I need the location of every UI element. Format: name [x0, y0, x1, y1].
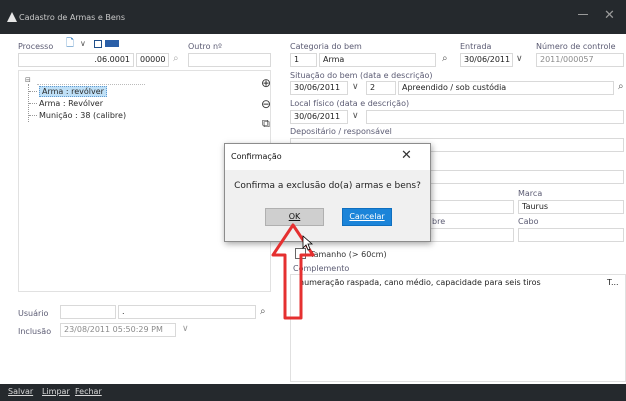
cabo-field[interactable] — [518, 228, 624, 242]
usuario-label: Usuário — [18, 309, 49, 318]
tamanho-label: Tamanho (> 60cm) — [310, 250, 387, 259]
numero-controle-label: Número de controle — [536, 42, 616, 51]
categoria-label: Categoria do bem — [290, 42, 362, 51]
bottom-toolbar: Salvar Limpar Fechar — [0, 384, 626, 401]
situacao-date-field[interactable]: 30/06/2011 — [290, 81, 348, 95]
inclusao-field: 23/08/2011 05:50:29 PM — [60, 323, 176, 337]
marca-label: Marca — [518, 189, 543, 198]
chevron-down-icon[interactable]: ∨ — [516, 53, 523, 65]
situacao-code-field[interactable]: 2 — [366, 81, 396, 95]
app-logo-icon — [7, 12, 17, 22]
save-button[interactable]: Salvar — [8, 387, 33, 396]
dialog-titlebar: Confirmação ✕ — [225, 144, 430, 170]
copy-item-icon[interactable]: ⧉ — [262, 117, 270, 131]
tree-item[interactable]: Arma : revólver — [29, 86, 107, 97]
close-icon[interactable]: ✕ — [604, 8, 615, 24]
remove-item-icon[interactable]: ⊖ — [261, 97, 271, 111]
minimize-icon[interactable] — [578, 14, 588, 15]
usuario-name-field[interactable]: . — [118, 305, 256, 319]
mouse-cursor-icon — [302, 235, 314, 251]
tree-item[interactable]: Arma : Revólver — [29, 99, 103, 108]
grid-view-icon[interactable] — [94, 40, 102, 48]
clear-button[interactable]: Limpar — [42, 387, 70, 396]
tree-collapse-icon[interactable]: ⊟ — [25, 76, 31, 84]
situacao-label: Situação do bem (data e descrição) — [290, 71, 433, 80]
calibre-label: bre — [432, 217, 446, 226]
model-field[interactable] — [430, 200, 514, 214]
categoria-code-field[interactable]: 1 — [290, 53, 317, 67]
tree-root-node[interactable] — [37, 77, 145, 85]
search-icon[interactable]: ⌕ — [260, 306, 266, 318]
complemento-textarea[interactable]: numeração raspada, cano médio, capacidad… — [290, 274, 626, 382]
calibre-field[interactable] — [430, 228, 514, 242]
search-icon[interactable]: ⌕ — [173, 53, 179, 65]
window-title: Cadastro de Armas e Bens — [19, 13, 126, 22]
processo-part2-field[interactable]: 00000 — [136, 53, 169, 67]
detail-field[interactable] — [430, 170, 624, 184]
cabo-label: Cabo — [518, 217, 539, 226]
list-view-icon[interactable] — [105, 40, 119, 47]
entrada-label: Entrada — [460, 42, 492, 51]
local-desc-field[interactable] — [366, 110, 624, 124]
inclusao-label: Inclusão — [18, 327, 52, 336]
dialog-message: Confirma a exclusão do(a) armas e bens? — [234, 181, 421, 191]
close-button[interactable]: Fechar — [75, 387, 102, 396]
chevron-down-icon[interactable]: ∨ — [352, 110, 359, 122]
cancel-button[interactable]: Cancelar — [342, 208, 392, 226]
tree-item[interactable]: Munição : 38 (calibre) — [29, 111, 126, 120]
confirmation-dialog: Confirmação ✕ Confirma a exclusão do(a) … — [224, 143, 431, 242]
entrada-field[interactable]: 30/06/2011 — [460, 53, 513, 67]
dialog-title: Confirmação — [231, 152, 282, 161]
document-icon[interactable]: 🗋 — [66, 38, 74, 50]
close-icon[interactable]: ✕ — [401, 148, 412, 164]
marca-field[interactable]: Taurus — [518, 200, 624, 214]
local-date-field[interactable]: 30/06/2011 — [290, 110, 348, 124]
local-label: Local físico (data e descrição) — [290, 99, 410, 108]
search-icon[interactable]: ⌕ — [618, 81, 624, 93]
outro-label: Outro nº — [188, 42, 222, 51]
add-item-icon[interactable]: ⊕ — [261, 76, 271, 90]
complemento-text: numeração raspada, cano médio, capacidad… — [299, 278, 541, 287]
processo-label: Processo — [18, 42, 54, 51]
situacao-desc-field[interactable]: Apreendido / sob custódia — [398, 81, 614, 95]
complemento-ellipsis: T... — [607, 278, 619, 287]
usuario-id-field[interactable] — [60, 305, 116, 319]
outro-field[interactable] — [188, 53, 271, 67]
chevron-down-icon[interactable]: ∨ — [80, 38, 86, 50]
window-titlebar: Cadastro de Armas e Bens ✕ — [0, 0, 626, 34]
categoria-name-field[interactable]: Arma — [319, 53, 436, 67]
depositario-label: Depositário / responsável — [290, 127, 392, 136]
chevron-down-icon[interactable]: ∨ — [352, 81, 359, 93]
search-icon[interactable]: ⌕ — [442, 53, 448, 65]
chevron-down-icon[interactable]: ∨ — [182, 323, 189, 335]
processo-part1-field[interactable]: .06.0001 — [18, 53, 134, 67]
numero-controle-field: 2011/000057 — [536, 53, 624, 67]
